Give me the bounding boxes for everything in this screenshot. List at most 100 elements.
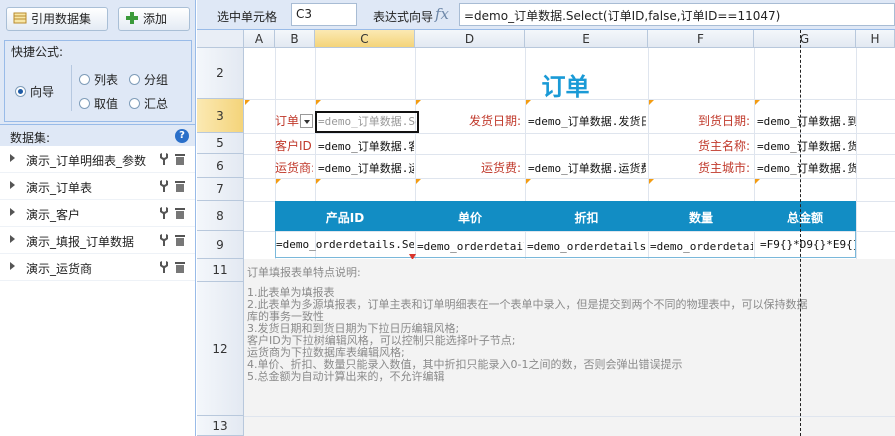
column-header-f[interactable]: F: [648, 30, 754, 48]
quick-formula-box: 快捷公式: 向导 列表 分组 取值 汇总: [4, 40, 192, 122]
wrench-icon[interactable]: [160, 180, 170, 192]
mode-group-radio[interactable]: 分组: [129, 71, 168, 88]
mode-label: 取值: [94, 97, 119, 111]
header-total[interactable]: 总金额: [754, 209, 856, 226]
delete-icon[interactable]: [175, 153, 185, 165]
wrench-icon[interactable]: [160, 234, 170, 246]
add-button[interactable]: 添加: [118, 7, 190, 31]
column-header-a[interactable]: A: [244, 30, 275, 48]
cell-g5[interactable]: =demo_订单数据.货主名称: [757, 138, 856, 154]
expression-input[interactable]: =demo_订单数据.Select(订单ID,false,订单ID==11047…: [459, 3, 895, 26]
column-header-c[interactable]: C: [315, 30, 415, 48]
cell-b9[interactable]: =demo_orderdetails.Select: [276, 238, 414, 251]
help-icon[interactable]: ?: [175, 129, 189, 143]
radio-icon: [129, 98, 140, 109]
row-header-12[interactable]: 12: [197, 282, 244, 416]
cell-c5[interactable]: =demo_订单数据.客户ID: [318, 138, 414, 154]
expand-arrow-icon[interactable]: [10, 262, 15, 270]
column-header-g[interactable]: G: [754, 30, 856, 48]
selected-cell-input[interactable]: C3: [291, 3, 357, 26]
expression-wizard-label: 表达式向导: [373, 10, 434, 24]
row-number: 8: [216, 208, 224, 223]
label-carrier[interactable]: 运货商:: [275, 159, 313, 176]
delete-icon[interactable]: [175, 234, 185, 246]
label-arrive-date[interactable]: 到货日期:: [648, 112, 750, 129]
report-title[interactable]: 订单: [275, 67, 856, 102]
row-header-3[interactable]: 3: [197, 99, 244, 133]
wrench-icon[interactable]: [160, 261, 170, 273]
cell-c6[interactable]: =demo_订单数据.运货商: [318, 160, 414, 176]
row-header-6[interactable]: 6: [197, 154, 244, 178]
label-ship-date[interactable]: 发货日期:: [415, 112, 521, 129]
header-discount[interactable]: 折扣: [525, 209, 648, 226]
cell-g3[interactable]: =demo_订单数据.到货日期: [757, 113, 856, 129]
select-all-corner[interactable]: [197, 30, 244, 48]
dataset-icon: [13, 12, 27, 24]
expand-arrow-icon[interactable]: [10, 208, 15, 216]
dataset-item[interactable]: 演示_订单表: [0, 173, 195, 200]
radio-selected-icon: [15, 86, 26, 97]
row-header-11[interactable]: 11: [197, 259, 244, 282]
row-number: 2: [216, 66, 224, 80]
header-quantity[interactable]: 数量: [648, 209, 754, 226]
label-freight[interactable]: 运货费:: [415, 159, 521, 176]
cell-marker: [316, 179, 321, 184]
dropdown-icon[interactable]: [300, 114, 313, 128]
row-header-8[interactable]: 8: [197, 201, 244, 231]
cell-marker: [526, 100, 531, 105]
cell-e3[interactable]: =demo_订单数据.发货日期: [528, 113, 646, 129]
formula-panel: 引用数据集 添加 快捷公式: 向导 列表 分组 取值 汇总 数据集: ? 演示_…: [0, 0, 196, 436]
expand-arrow-icon[interactable]: [10, 181, 15, 189]
column-header-d[interactable]: D: [415, 30, 525, 48]
notes-title: 订单填报表单特点说明:: [247, 266, 361, 279]
column-header-e[interactable]: E: [525, 30, 648, 48]
cell-marker: [416, 100, 421, 105]
cell-g6[interactable]: =demo_订单数据.货主城市: [757, 160, 856, 176]
formula-bar: 选中单元格 C3 表达式向导 fx =demo_订单数据.Select(订单ID…: [197, 0, 895, 30]
fx-icon[interactable]: fx: [435, 5, 449, 23]
wrench-icon[interactable]: [160, 207, 170, 219]
dataset-header: 数据集: ?: [0, 124, 195, 146]
mode-summary-radio[interactable]: 汇总: [129, 95, 168, 112]
label-customer-id[interactable]: 客户ID:: [275, 137, 313, 154]
wrench-icon[interactable]: [160, 153, 170, 165]
label-shipper-city[interactable]: 货主城市:: [648, 159, 750, 176]
header-product-id[interactable]: 产品ID: [275, 209, 415, 226]
cell-e9[interactable]: =demo_orderdetails.折扣: [527, 238, 647, 254]
cell-e6[interactable]: =demo_订单数据.运货费: [528, 160, 646, 176]
mode-label: 列表: [94, 73, 119, 87]
row-header-13[interactable]: 13: [197, 416, 244, 436]
mode-value-radio[interactable]: 取值: [79, 95, 118, 112]
row-number: 13: [212, 418, 228, 433]
mode-label: 向导: [30, 85, 55, 99]
dataset-item[interactable]: 演示_运货商: [0, 254, 195, 281]
dataset-item[interactable]: 演示_填报_订单数据: [0, 227, 195, 254]
delete-icon[interactable]: [175, 180, 185, 192]
cell-f9[interactable]: =demo_orderdetails.数量: [650, 238, 753, 254]
label-order-id[interactable]: 订单号: [275, 112, 303, 129]
header-unit-price[interactable]: 单价: [415, 209, 525, 226]
cell-g9[interactable]: =F9{}*D9{}*E9{}: [760, 238, 855, 251]
mode-list-radio[interactable]: 列表: [79, 71, 118, 88]
dataset-item[interactable]: 演示_客户: [0, 200, 195, 227]
cell-marker: [526, 179, 531, 184]
column-header-b[interactable]: B: [275, 30, 315, 48]
row-number: 12: [212, 341, 228, 356]
row-header-7[interactable]: 7: [197, 178, 244, 201]
delete-icon[interactable]: [175, 207, 185, 219]
active-cell-cursor: [315, 111, 419, 133]
row-header-5[interactable]: 5: [197, 133, 244, 154]
mode-wizard-radio[interactable]: 向导: [15, 83, 54, 100]
delete-icon[interactable]: [175, 261, 185, 273]
expand-arrow-icon[interactable]: [10, 154, 15, 162]
cell-marker: [755, 100, 760, 105]
row-header-9[interactable]: 9: [197, 231, 244, 259]
label-shipper-name[interactable]: 货主名称:: [648, 137, 750, 154]
row-header-2[interactable]: 2: [197, 48, 244, 99]
cell-d9[interactable]: =demo_orderdetails.单价: [417, 238, 524, 254]
expand-arrow-icon[interactable]: [10, 235, 15, 243]
dataset-item[interactable]: 演示_订单明细表_参数: [0, 146, 195, 173]
reference-dataset-button[interactable]: 引用数据集: [6, 7, 108, 31]
cell-marker: [649, 100, 654, 105]
column-header-h[interactable]: H: [856, 30, 895, 48]
